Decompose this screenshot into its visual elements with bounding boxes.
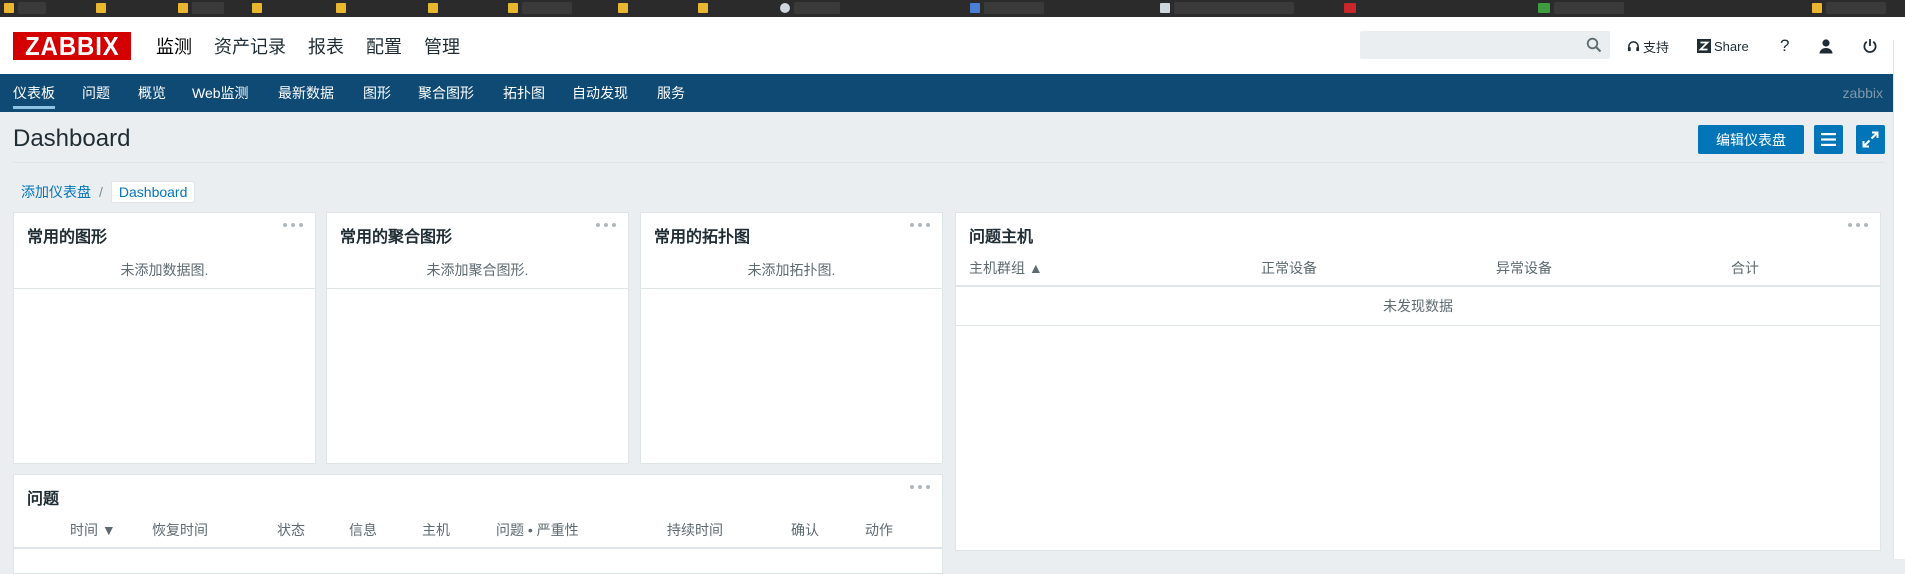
support-label: 支持 (1643, 39, 1670, 55)
bookmark-folder-icon (178, 3, 188, 13)
widget-problem-hosts: 问题主机 主机群组 ▲ 正常设备 异常设备 合计 未发现数据 (955, 212, 1881, 551)
bookmark-site-icon (1538, 3, 1550, 13)
subnav-maps[interactable]: 拓扑图 (503, 74, 545, 112)
sub-navigation: 仪表板 问题 概览 Web监测 最新数据 图形 聚合图形 拓扑图 自动发现 服务… (0, 74, 1905, 112)
search-input[interactable] (1360, 31, 1586, 59)
subnav-screens[interactable]: 聚合图形 (418, 74, 474, 112)
bookmark-site-icon (970, 3, 980, 13)
widget-favourite-graphs: 常用的图形 未添加数据图. (13, 212, 316, 464)
breadcrumb-parent[interactable]: 添加仪表盘 (21, 182, 91, 202)
widget-problems: 问题 时间 ▼ 恢复时间 状态 信息 主机 问题 • 严重性 持续时间 确认 动… (13, 474, 943, 574)
bookmark-folder-icon (336, 3, 346, 13)
subnav-problems[interactable]: 问题 (82, 74, 110, 112)
zabbix-logo[interactable]: ZABBIX (13, 32, 131, 60)
page-scrollbar[interactable] (1893, 40, 1905, 559)
main-menu: 监测 资产记录 报表 配置 管理 (156, 34, 460, 60)
widget-title: 问题主机 (969, 229, 1034, 246)
page-title: Dashboard (13, 125, 131, 152)
widget-menu-icon[interactable] (283, 220, 305, 230)
table-header: 时间 ▼ 恢复时间 状态 信息 主机 问题 • 严重性 持续时间 确认 动作 (14, 513, 942, 549)
current-user: zabbix (1842, 85, 1883, 101)
column-status: 状态 (277, 522, 305, 538)
column-ack: 确认 (791, 522, 819, 538)
main-menu-administration[interactable]: 管理 (424, 34, 460, 60)
column-info: 信息 (349, 522, 377, 538)
bookmark-folder-icon (618, 3, 628, 13)
widget-menu-icon[interactable] (910, 220, 932, 230)
share-link[interactable]: Share (1697, 35, 1749, 57)
widget-favourite-screens: 常用的聚合图形 未添加聚合图形. (326, 212, 629, 464)
help-icon[interactable]: ? (1780, 35, 1789, 57)
subnav-overview[interactable]: 概览 (138, 74, 166, 112)
column-problem: 异常设备 (1496, 260, 1552, 276)
bookmark-folder-icon (508, 3, 518, 13)
subnav-dashboard[interactable]: 仪表板 (13, 74, 55, 112)
main-menu-inventory[interactable]: 资产记录 (214, 34, 286, 60)
title-divider (13, 162, 1885, 163)
bookmark-folder-icon (1812, 3, 1822, 13)
column-host-group[interactable]: 主机群组 ▲ (969, 251, 1043, 285)
share-label: Share (1714, 38, 1749, 54)
widget-empty-message: 未添加拓扑图. (641, 252, 942, 289)
bookmark-folder-icon (698, 3, 708, 13)
widget-title: 常用的拓扑图 (654, 229, 751, 246)
widget-title: 常用的图形 (27, 229, 108, 246)
bookmark-site-icon (780, 3, 790, 13)
search-icon[interactable] (1586, 37, 1602, 53)
breadcrumb-current[interactable]: Dashboard (110, 181, 196, 203)
edit-dashboard-button[interactable]: 编辑仪表盘 (1698, 125, 1804, 154)
no-data-message: 未发现数据 (956, 287, 1880, 326)
fullscreen-button[interactable] (1856, 125, 1885, 154)
main-menu-monitoring[interactable]: 监测 (156, 34, 192, 60)
table-header: 主机群组 ▲ 正常设备 异常设备 合计 (956, 251, 1880, 287)
subnav-discovery[interactable]: 自动发现 (572, 74, 628, 112)
widget-title: 常用的聚合图形 (340, 229, 453, 246)
widget-empty-message: 未添加聚合图形. (327, 252, 628, 289)
breadcrumb-separator: / (99, 184, 103, 200)
user-profile-icon[interactable] (1818, 35, 1834, 57)
browser-bookmarks-bar (0, 0, 1905, 17)
widget-menu-icon[interactable] (596, 220, 618, 230)
headset-icon (1627, 40, 1640, 53)
column-normal: 正常设备 (1261, 260, 1317, 276)
main-menu-configuration[interactable]: 配置 (366, 34, 402, 60)
main-menu-reports[interactable]: 报表 (308, 34, 344, 60)
widget-menu-icon[interactable] (1848, 220, 1870, 230)
column-host: 主机 (422, 522, 450, 538)
bookmark-folder-icon (96, 3, 106, 13)
column-total: 合计 (1731, 260, 1759, 276)
subnav-web[interactable]: Web监测 (192, 74, 249, 112)
widget-title: 问题 (27, 491, 60, 508)
subnav-latest-data[interactable]: 最新数据 (278, 74, 334, 112)
bookmark-folder-icon (428, 3, 438, 13)
widget-empty-message: 未添加数据图. (14, 252, 315, 289)
column-time[interactable]: 时间 ▼ (70, 513, 116, 547)
dashboard-actions-button[interactable] (1814, 125, 1843, 154)
bookmark-folder-icon (4, 3, 14, 13)
bookmark-folder-icon (252, 3, 262, 13)
column-recovery-time: 恢复时间 (152, 522, 208, 538)
breadcrumb: 添加仪表盘 / Dashboard (21, 180, 196, 204)
zabbix-share-icon (1697, 39, 1711, 53)
bookmark-site-icon (1160, 3, 1170, 13)
search-field (1360, 31, 1610, 59)
subnav-services[interactable]: 服务 (657, 74, 685, 112)
column-actions: 动作 (865, 522, 893, 538)
subnav-graphs[interactable]: 图形 (363, 74, 391, 112)
support-link[interactable]: 支持 (1627, 35, 1669, 57)
widget-favourite-maps: 常用的拓扑图 未添加拓扑图. (640, 212, 943, 464)
widget-menu-icon[interactable] (910, 482, 932, 492)
column-problem-severity: 问题 • 严重性 (496, 522, 579, 538)
column-duration: 持续时间 (667, 522, 723, 538)
sign-out-icon[interactable] (1862, 35, 1878, 57)
bookmark-site-icon (1344, 3, 1356, 13)
